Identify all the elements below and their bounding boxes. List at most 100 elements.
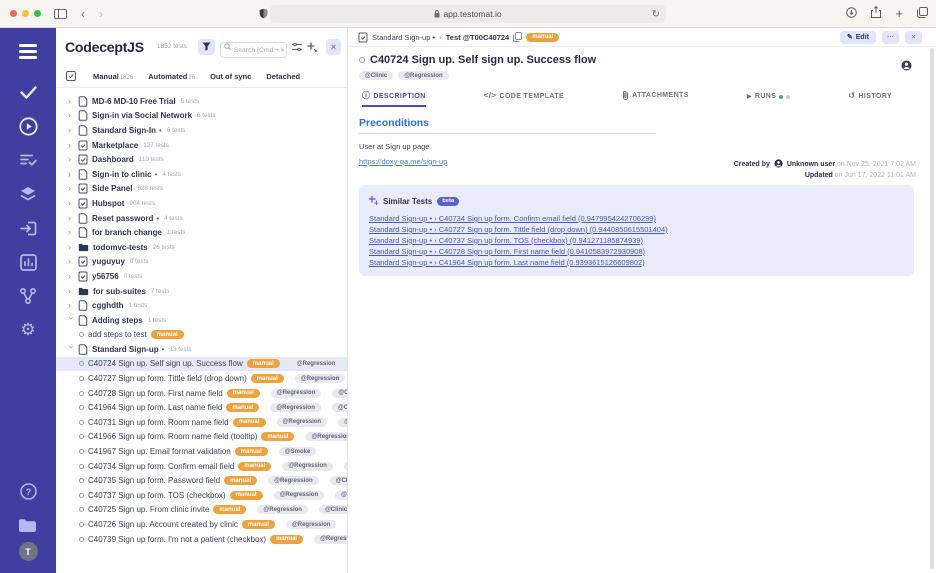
tree-row[interactable]: › MD-6 MD-10 Free Trial 5 tests	[56, 94, 347, 109]
adjust-filters-icon[interactable]	[292, 43, 302, 51]
tree-row[interactable]: › C40734 Sign up form. Confirm email fie…	[56, 459, 347, 474]
tree-row[interactable]: › C40735 Sign up form. Password field ma…	[56, 473, 347, 488]
tab-detached[interactable]: Detached	[266, 72, 300, 81]
test-tag[interactable]: @Regression	[398, 71, 449, 80]
signup-page-link[interactable]: https://doxy-qa.me/sign-up	[359, 157, 447, 166]
tree-row[interactable]: › C40724 Sign up. Self sign up. Success …	[56, 357, 347, 372]
user-avatar[interactable]: T	[19, 542, 38, 561]
test-tag[interactable]: @Regression	[268, 476, 319, 485]
tab-runs[interactable]: ▶RUNS	[747, 93, 790, 107]
tree-row[interactable]: › C40727 Sign up form. Tittle field (dro…	[56, 371, 347, 386]
tree-row[interactable]: › C41967 Sign up. Email format validatio…	[56, 444, 347, 459]
traffic-light-close[interactable]	[10, 10, 17, 17]
tree-row[interactable]: › C40731 Sign up form. Room name field m…	[56, 415, 347, 430]
test-tag[interactable]: @Regression	[305, 432, 347, 441]
tree-row[interactable]: › Reset password • 4 tests	[56, 211, 347, 226]
test-runs-list-icon[interactable]	[0, 143, 56, 177]
breadcrumb-test-id[interactable]: Test @T00C40724	[446, 33, 509, 42]
tree-row[interactable]: › for branch change 1 tests	[56, 225, 347, 240]
chevron-icon[interactable]: ›	[68, 126, 74, 135]
test-tag[interactable]: @Clinic	[344, 462, 347, 471]
tab-history[interactable]: ↺HISTORY	[848, 92, 892, 107]
edit-button[interactable]: ✎Edit	[840, 31, 876, 44]
run-play-icon[interactable]	[0, 109, 56, 143]
test-tag[interactable]: @Regression	[282, 462, 333, 471]
tree-row[interactable]: › Marketplace 127 tests	[56, 138, 347, 153]
more-actions-button[interactable]: ⋯	[882, 31, 899, 44]
test-tag[interactable]: @Clinic	[332, 403, 347, 412]
tests-check-icon[interactable]	[0, 75, 56, 109]
test-tag[interactable]: @Regression	[270, 403, 321, 412]
test-tag[interactable]: @Regression	[277, 418, 328, 427]
scrollbar[interactable]	[930, 48, 934, 569]
filter-button[interactable]	[198, 39, 215, 55]
hamburger-menu-icon[interactable]	[19, 44, 37, 59]
share-icon[interactable]	[871, 5, 881, 23]
traffic-light-zoom[interactable]	[34, 10, 41, 17]
tree-row[interactable]: › C40725 Sign up. From clinic invite man…	[56, 503, 347, 518]
tree-row[interactable]: › y56756 0 tests	[56, 269, 347, 284]
tree-row[interactable]: › Sign-in via Social Network 6 tests	[56, 109, 347, 124]
breadcrumb-suite[interactable]: Standard Sign-up •	[372, 33, 435, 42]
test-tag[interactable]: @Regression	[271, 389, 322, 398]
tree-row[interactable]: › Standard Sign-In • 6 tests	[56, 123, 347, 138]
tree-row[interactable]: › C40728 Sign up form. First name field …	[56, 386, 347, 401]
chevron-icon[interactable]: ›	[67, 345, 76, 351]
tab-attachments[interactable]: ATTACHMENTS	[622, 90, 689, 107]
chevron-icon[interactable]: ›	[68, 272, 74, 281]
assignee-user-icon[interactable]	[901, 58, 912, 76]
chevron-icon[interactable]: ›	[68, 243, 74, 252]
tree-row[interactable]: › C41966 Sign up form. Room name field (…	[56, 430, 347, 445]
projects-folder-icon[interactable]	[0, 508, 56, 542]
new-tab-button[interactable]: +	[895, 6, 903, 21]
sidebar-toggle-icon[interactable]	[54, 9, 67, 19]
settings-gear-icon[interactable]: ⚙	[0, 313, 56, 347]
test-tag[interactable]: @Clinic	[330, 476, 347, 485]
similar-test-link[interactable]: Standard Sign-up • › C40734 Sign up form…	[369, 214, 904, 225]
test-tag[interactable]: @Regression	[295, 374, 346, 383]
chevron-icon[interactable]: ›	[68, 199, 74, 208]
traffic-light-minimize[interactable]	[22, 10, 29, 17]
test-tag[interactable]: @Regression	[291, 359, 342, 368]
test-tag[interactable]: @Regression	[314, 535, 347, 544]
tab-out-of-sync[interactable]: Out of sync	[210, 72, 251, 81]
chevron-icon[interactable]: ›	[68, 257, 74, 266]
chevron-icon[interactable]: ›	[68, 287, 74, 296]
tree-row[interactable]: › todomvc-tests 26 tests	[56, 240, 347, 255]
chevron-icon[interactable]: ›	[68, 170, 74, 179]
tree-row[interactable]: › Standard Sign-up • 13 tests	[56, 342, 347, 357]
shield-icon[interactable]	[259, 8, 268, 19]
help-icon[interactable]: ?	[0, 474, 56, 508]
similar-test-link[interactable]: Standard Sign-up • › C41964 Sign up form…	[369, 258, 904, 269]
tree-row[interactable]: › for sub-suites 7 tests	[56, 284, 347, 299]
refresh-button[interactable]: ↻	[652, 9, 660, 20]
tree-row[interactable]: › C40739 Sign up form. I'm not a patient…	[56, 532, 347, 547]
tabs-overview-icon[interactable]	[917, 5, 928, 23]
chevron-icon[interactable]: ›	[68, 155, 74, 164]
test-tag[interactable]: @Clinic	[359, 71, 393, 80]
tree-row[interactable]: › cgghdth 1 tests	[56, 298, 347, 313]
similar-test-link[interactable]: Standard Sign-up • › C40728 Sign up form…	[369, 247, 904, 258]
address-bar[interactable]: app.testomat.io ↻	[270, 5, 666, 23]
import-icon[interactable]	[0, 211, 56, 245]
tab-description[interactable]: ⓘDESCRIPTION	[362, 92, 426, 107]
tree-row[interactable]: › C41964 Sign up form. Last name field m…	[56, 400, 347, 415]
test-tag[interactable]: @Clinic	[319, 505, 347, 514]
tree-row[interactable]: › Adding steps 1 tests	[56, 313, 347, 328]
forward-button[interactable]: ›	[99, 8, 103, 20]
tree-row[interactable]: › Side Panel 628 tests	[56, 182, 347, 197]
tree-row[interactable]: › C40737 Sign up form. TOS (checkbox) ma…	[56, 488, 347, 503]
tree-row[interactable]: › Sign-in to clinic • 4 tests	[56, 167, 347, 182]
tree-row[interactable]: › Dashboard 119 tests	[56, 152, 347, 167]
analytics-icon[interactable]	[0, 245, 56, 279]
tree-row[interactable]: › Hubspot 904 tests	[56, 196, 347, 211]
chevron-icon[interactable]: ›	[68, 111, 74, 120]
back-button[interactable]: ‹	[81, 8, 85, 20]
panel-close-button[interactable]: ×	[326, 39, 341, 55]
layers-suites-icon[interactable]	[0, 177, 56, 211]
test-tag[interactable]: @Clinic	[338, 418, 347, 427]
test-tag[interactable]: @Smoke	[279, 447, 317, 456]
expand-all-icon[interactable]	[307, 42, 317, 52]
chevron-icon[interactable]: ›	[68, 301, 74, 310]
download-icon[interactable]	[846, 5, 857, 23]
